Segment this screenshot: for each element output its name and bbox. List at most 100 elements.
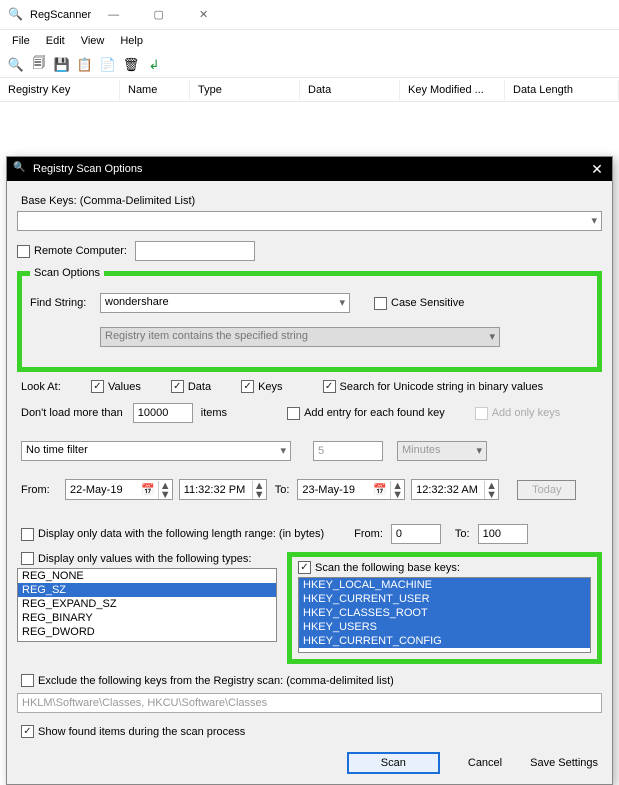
stop-icon[interactable]: 🗐 <box>29 55 49 75</box>
menu-edit[interactable]: Edit <box>40 33 71 49</box>
add-entry-label: Add entry for each found key <box>304 407 445 419</box>
len-to-label: To: <box>455 528 470 540</box>
dialog-icon: 🔍 <box>13 162 27 176</box>
jump-icon[interactable]: ↲ <box>144 55 164 75</box>
to-date-picker[interactable]: 📅▲▼ <box>297 479 405 500</box>
lists-row: Display only values with the following t… <box>17 552 602 664</box>
match-mode-combo[interactable]: Registry item contains the specified str… <box>100 327 500 347</box>
scan-keys-label: Scan the following base keys: <box>315 562 460 574</box>
to-label: To: <box>275 484 290 496</box>
time-unit-combo[interactable]: Minutes <box>397 441 487 461</box>
list-item[interactable]: REG_SZ <box>18 583 276 597</box>
dont-load-input[interactable] <box>133 403 193 423</box>
cancel-button[interactable]: Cancel <box>468 757 502 769</box>
menu-file[interactable]: File <box>6 33 36 49</box>
today-button[interactable]: Today <box>517 480 576 500</box>
remote-label: Remote Computer: <box>34 245 127 257</box>
titlebar: 🔍 RegScanner — ▢ ✕ <box>0 0 619 30</box>
maximize-button[interactable]: ▢ <box>136 0 181 30</box>
remote-input[interactable] <box>135 241 255 261</box>
column-headers: Registry Key Name Type Data Key Modified… <box>0 78 619 102</box>
list-item[interactable]: HKEY_CLASSES_ROOT <box>299 606 590 620</box>
data-label: Data <box>188 381 211 393</box>
list-item[interactable]: REG_EXPAND_SZ <box>18 597 276 611</box>
main-window: 🔍 RegScanner — ▢ ✕ File Edit View Help 🔍… <box>0 0 619 102</box>
time-filter-combo[interactable]: No time filter <box>21 441 291 461</box>
toolbar: 🔍 🗐 💾 📋 📄 🗑 ↲ <box>0 52 619 78</box>
values-checkbox[interactable] <box>91 380 104 393</box>
scan-keys-list[interactable]: HKEY_LOCAL_MACHINE HKEY_CURRENT_USER HKE… <box>298 577 591 653</box>
scan-options-legend: Scan Options <box>30 267 104 279</box>
len-from-label: From: <box>354 528 383 540</box>
unicode-checkbox[interactable] <box>323 380 336 393</box>
minimize-button[interactable]: — <box>91 0 136 30</box>
values-label: Values <box>108 381 141 393</box>
look-at-label: Look At: <box>21 381 91 393</box>
keys-checkbox[interactable] <box>241 380 254 393</box>
refresh-icon[interactable]: 🗑 <box>121 55 141 75</box>
list-item[interactable]: HKEY_LOCAL_MACHINE <box>299 578 590 592</box>
dialog-title: Registry Scan Options <box>33 163 142 175</box>
show-found-checkbox[interactable] <box>21 725 34 738</box>
col-name[interactable]: Name <box>120 80 190 100</box>
menu-view[interactable]: View <box>75 33 111 49</box>
add-entry-checkbox[interactable] <box>287 407 300 420</box>
base-keys-label: Base Keys: (Comma-Delimited List) <box>21 195 602 207</box>
dialog-buttons: Scan Cancel Save Settings <box>17 752 602 774</box>
add-only-checkbox <box>475 407 488 420</box>
window-controls: — ▢ ✕ <box>91 0 226 30</box>
from-date-picker[interactable]: 📅▲▼ <box>65 479 173 500</box>
value-types-label: Display only values with the following t… <box>38 553 251 565</box>
dialog-close-button[interactable]: ✕ <box>582 161 612 178</box>
col-data[interactable]: Data <box>300 80 400 100</box>
menu-help[interactable]: Help <box>114 33 149 49</box>
find-string-combo[interactable]: wondershare <box>100 293 350 313</box>
to-time-picker[interactable]: ▲▼ <box>411 479 499 500</box>
len-from-input[interactable] <box>391 524 441 544</box>
list-item[interactable]: HKEY_CURRENT_CONFIG <box>299 634 590 648</box>
from-time-picker[interactable]: ▲▼ <box>179 479 267 500</box>
scan-options-fieldset: Scan Options Find String: wondershare Ca… <box>17 267 602 372</box>
time-value-input[interactable] <box>313 441 383 461</box>
exclude-label: Exclude the following keys from the Regi… <box>38 675 394 687</box>
save-settings-button[interactable]: Save Settings <box>530 757 598 769</box>
list-item[interactable]: REG_DWORD <box>18 625 276 639</box>
scan-options-dialog: 🔍 Registry Scan Options ✕ Base Keys: (Co… <box>6 156 613 785</box>
length-range-checkbox[interactable] <box>21 528 34 541</box>
list-item[interactable]: REG_BINARY <box>18 611 276 625</box>
list-item[interactable]: REG_NONE <box>18 569 276 583</box>
base-keys-combo[interactable] <box>17 211 602 231</box>
time-unit-value: Minutes <box>402 444 441 456</box>
len-to-input[interactable] <box>478 524 528 544</box>
exclude-checkbox[interactable] <box>21 674 34 687</box>
list-item[interactable]: HKEY_USERS <box>299 620 590 634</box>
dialog-body: Base Keys: (Comma-Delimited List) Remote… <box>7 181 612 784</box>
value-types-list[interactable]: REG_NONE REG_SZ REG_EXPAND_SZ REG_BINARY… <box>17 568 277 642</box>
properties-icon[interactable]: 📄 <box>98 55 118 75</box>
col-type[interactable]: Type <box>190 80 300 100</box>
value-types-checkbox[interactable] <box>21 552 34 565</box>
dont-load-label: Don't load more than <box>21 407 123 419</box>
col-registry-key[interactable]: Registry Key <box>0 80 120 100</box>
find-string-label: Find String: <box>30 297 100 309</box>
close-button[interactable]: ✕ <box>181 0 226 30</box>
dialog-titlebar: 🔍 Registry Scan Options ✕ <box>7 157 612 181</box>
from-label: From: <box>21 484 65 496</box>
list-item[interactable]: REG_DWORD_BIG_ENDIAN <box>18 639 276 642</box>
scan-button[interactable]: Scan <box>347 752 440 774</box>
save-icon[interactable]: 💾 <box>52 55 72 75</box>
case-sensitive-checkbox[interactable] <box>374 297 387 310</box>
copy-icon[interactable]: 📋 <box>75 55 95 75</box>
exclude-input[interactable] <box>17 693 602 713</box>
data-checkbox[interactable] <box>171 380 184 393</box>
list-item[interactable]: HKEY_CURRENT_USER <box>299 592 590 606</box>
scan-keys-checkbox[interactable] <box>298 561 311 574</box>
unicode-label: Search for Unicode string in binary valu… <box>340 381 544 393</box>
keys-label: Keys <box>258 381 282 393</box>
remote-checkbox[interactable] <box>17 245 30 258</box>
scan-icon[interactable]: 🔍 <box>6 55 26 75</box>
match-mode-value: Registry item contains the specified str… <box>105 330 308 342</box>
show-found-label: Show found items during the scan process <box>38 726 245 738</box>
col-key-modified[interactable]: Key Modified ... <box>400 80 505 100</box>
col-data-length[interactable]: Data Length <box>505 80 619 100</box>
